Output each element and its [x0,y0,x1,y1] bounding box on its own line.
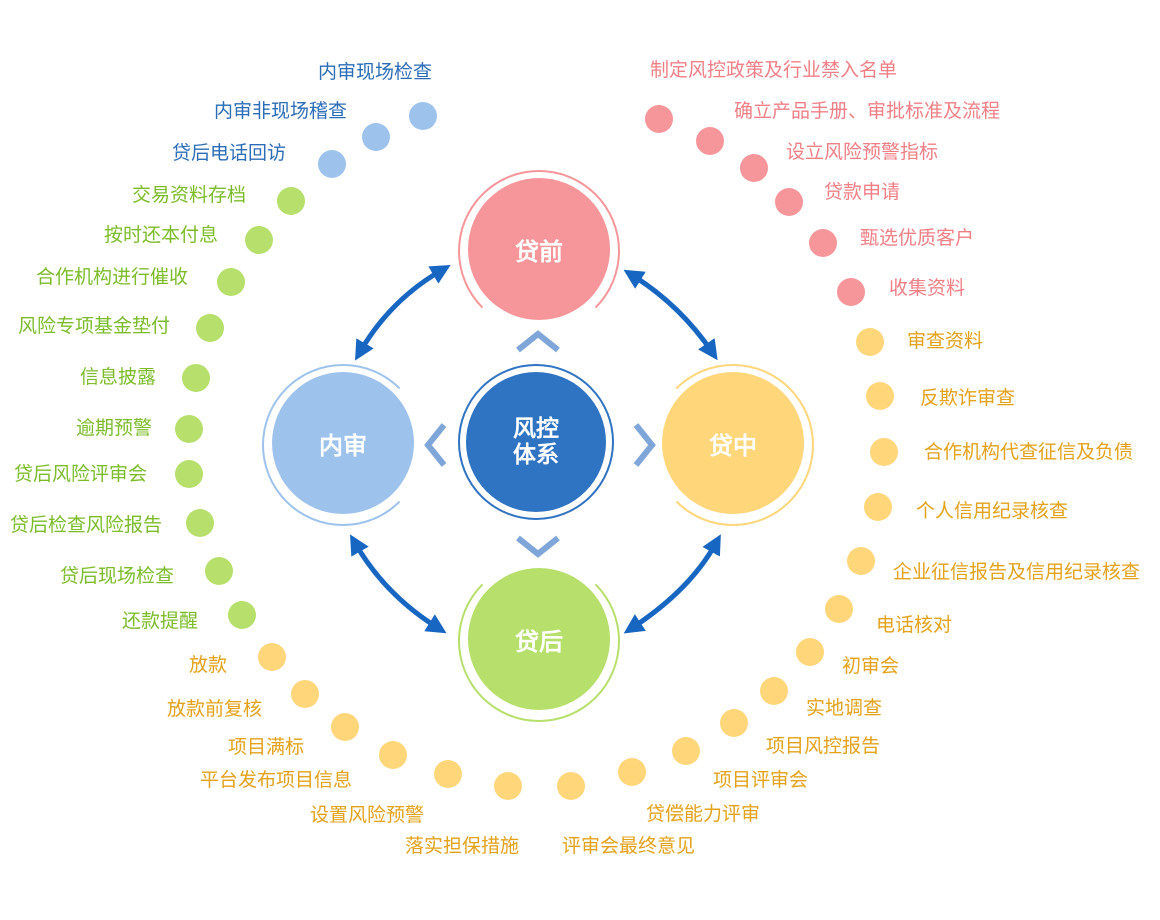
dot-mid [796,638,824,666]
dot-audit [409,102,437,130]
chevron-right-icon [633,423,656,467]
risk-control-diagram: 贷前 内审 贷中 贷后 风控 体系 内审现场检查 内审非现场稽查 贷后电话回访 … [0,0,1160,920]
dot-post [245,226,273,254]
stage-pre-label: 贷前 [515,237,563,266]
post-item: 贷后检查风险报告 [10,514,163,536]
dot-mid [258,643,286,671]
dot-mid [847,547,875,575]
chevron-down-icon [516,535,560,558]
post-item: 信息披露 [80,366,157,388]
dot-mid [856,328,884,356]
audit-item: 内审非现场稽查 [214,100,348,122]
arrow-pre-mid [623,269,718,361]
dot-post [277,187,305,215]
arrow-audit-pre [355,265,451,361]
stage-pre: 贷前 [468,178,610,320]
stage-mid-label: 贷中 [709,431,757,460]
post-item: 还款提醒 [122,610,199,632]
mid-item: 电话核对 [876,614,953,636]
dot-post [205,557,233,585]
mid-item: 项目评审会 [713,769,809,791]
pre-item: 确立产品手册、审批标准及流程 [734,100,1001,122]
dot-mid [760,677,788,705]
dot-pre [809,229,837,257]
stage-post-label: 贷后 [515,627,563,656]
dot-post [182,364,210,392]
pre-item: 制定风控政策及行业禁入名单 [650,59,898,81]
stage-audit: 内审 [272,372,414,514]
post-item: 贷后现场检查 [60,565,175,587]
audit-item: 贷后电话回访 [172,142,287,164]
dot-mid [291,680,319,708]
mid-item: 企业征信报告及信用纪录核查 [893,561,1141,583]
mid-item: 反欺诈审查 [920,387,1016,409]
dot-post [217,268,245,296]
dot-mid [672,737,700,765]
center-title-line1: 风控 [513,416,559,442]
stage-audit-label: 内审 [319,431,367,460]
dot-post [228,601,256,629]
post-item: 贷后风险评审会 [14,463,148,485]
pre-item: 设立风险预警指标 [786,141,939,163]
dot-mid [434,760,462,788]
dot-pre [775,188,803,216]
mid-item: 合作机构代查征信及负债 [924,441,1134,463]
chevron-up-icon [516,330,560,353]
dot-pre [740,154,768,182]
dot-audit [362,123,390,151]
dot-post [196,314,224,342]
mid-item: 放款 [189,654,228,676]
dot-mid [494,772,522,800]
pre-item: 收集资料 [889,277,966,299]
mid-item: 审查资料 [907,330,984,352]
post-item: 交易资料存档 [132,184,247,206]
mid-item: 放款前复核 [167,698,263,720]
chevron-left-icon [424,423,447,467]
mid-item: 贷偿能力评审 [646,803,761,825]
dot-audit [318,150,346,178]
mid-item: 落实担保措施 [405,835,520,857]
dot-mid [825,595,853,623]
dot-mid [866,382,894,410]
mid-item: 项目满标 [228,736,305,758]
post-item: 合作机构进行催收 [36,266,189,288]
mid-item: 初审会 [842,655,900,677]
dot-post [186,509,214,537]
dot-mid [870,438,898,466]
dot-mid [379,741,407,769]
mid-item: 项目风控报告 [766,735,881,757]
dot-post [175,460,203,488]
center-title-line2: 体系 [513,442,559,468]
arrow-post-audit [350,534,447,634]
dot-mid [557,772,585,800]
stage-post: 贷后 [468,568,610,710]
arrow-mid-post [623,534,721,634]
dot-mid [864,493,892,521]
mid-item: 评审会最终意见 [562,835,696,857]
dot-pre [696,127,724,155]
post-item: 按时还本付息 [104,224,219,246]
dot-post [175,415,203,443]
mid-item: 个人信用纪录核查 [916,500,1069,522]
mid-item: 设置风险预警 [310,804,425,826]
center-circle: 风控 体系 [466,372,606,512]
post-item: 风险专项基金垫付 [18,315,171,337]
audit-item: 内审现场检查 [318,61,433,83]
dot-mid [720,709,748,737]
pre-item: 贷款申请 [824,181,901,203]
post-item: 逾期预警 [76,417,153,439]
dot-mid [331,713,359,741]
mid-item: 实地调查 [806,697,883,719]
dot-mid [618,758,646,786]
stage-mid: 贷中 [662,372,804,514]
dot-pre [645,105,673,133]
dot-pre [837,278,865,306]
mid-item: 平台发布项目信息 [200,769,353,791]
pre-item: 甄选优质客户 [860,227,975,249]
